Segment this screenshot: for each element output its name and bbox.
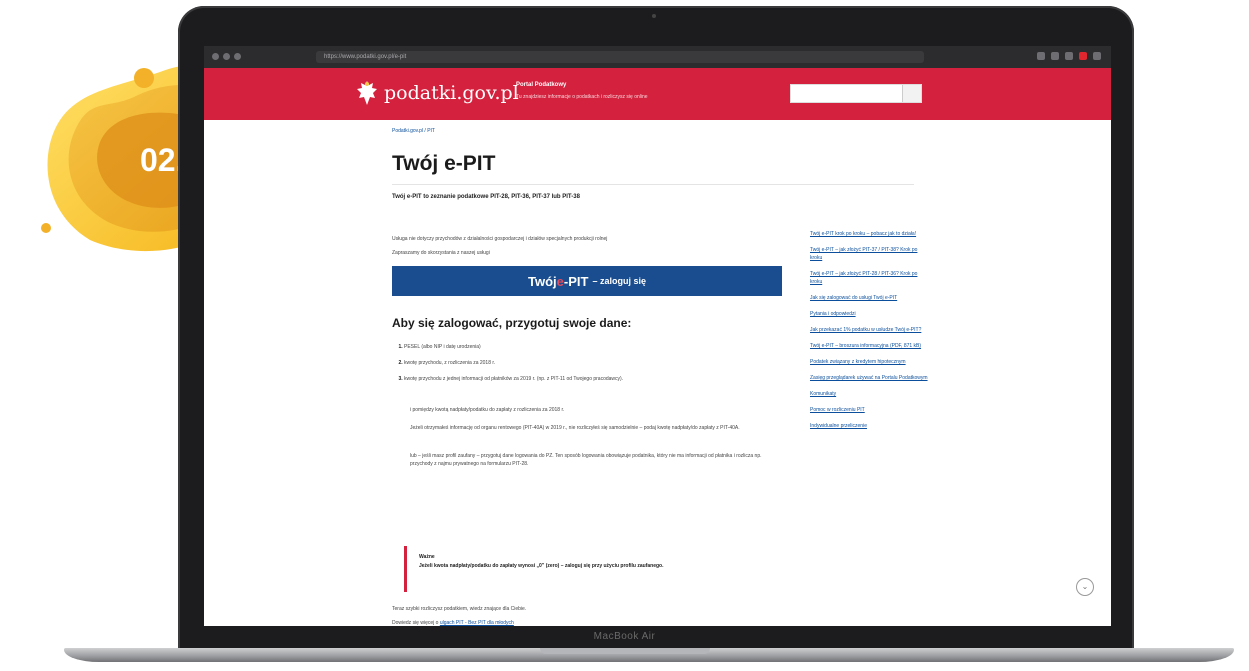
laptop-screen: https://www.podatki.gov.pl/e-pit podatki… xyxy=(204,46,1111,626)
address-bar[interactable]: https://www.podatki.gov.pl/e-pit xyxy=(316,51,924,63)
webcam xyxy=(652,14,656,18)
closing-text: Teraz szybki rozliczysz podatkiem, wiedz… xyxy=(392,606,527,612)
list-item: kwotę przychodu z jednej informacji od p… xyxy=(404,376,784,382)
extension-icon[interactable] xyxy=(1037,52,1045,60)
search-input[interactable] xyxy=(790,84,922,103)
side-nav-link[interactable]: Jak się zalogować do usługi Twój e-PIT xyxy=(810,294,928,302)
extension-icon[interactable] xyxy=(1051,52,1059,60)
site-logo[interactable]: podatki.gov.pl xyxy=(384,82,519,104)
laptop-notch xyxy=(540,648,710,654)
list-item: kwotę przychodu, z rozliczenia za 2018 r… xyxy=(404,360,784,366)
side-nav-link[interactable]: Jak przekazać 1% podatku w usłudze Twój … xyxy=(810,326,928,334)
login-label-twoj: Twój xyxy=(528,273,557,289)
closing-prefix: Dowiedz się więcej o xyxy=(392,620,440,626)
important-note: Ważne Jeżeli kwota nadpłaty/podatku do z… xyxy=(404,546,764,592)
laptop-model-label: MacBook Air xyxy=(593,631,656,642)
note-heading: Ważne xyxy=(419,554,435,560)
login-label-action: – zaloguj się xyxy=(592,276,646,286)
side-nav-link[interactable]: Twój e-PIT – jak złożyć PIT-37 / PIT-38?… xyxy=(810,246,928,262)
side-nav-link[interactable]: Twój e-PIT krok po kroku – pobacz jak to… xyxy=(810,230,928,238)
extension-icon[interactable] xyxy=(1079,52,1087,60)
paragraph: lub – jeśli masz profil zaufany – przygo… xyxy=(410,453,762,467)
pit-relief-link[interactable]: ulgach PIT - Bez PIT dla młodych xyxy=(440,620,514,626)
portal-tagline: Tu znajdziesz informacje o podatkach i r… xyxy=(516,94,648,100)
browser-toolbar: https://www.podatki.gov.pl/e-pit xyxy=(204,46,1111,68)
minimize-window-icon[interactable] xyxy=(223,53,230,60)
browser-extension-icons xyxy=(1037,52,1101,60)
page-title: Twój e-PIT xyxy=(392,152,496,175)
intro-text: Usługa nie dotyczy przychodów z działaln… xyxy=(392,236,608,242)
intro-text-2: Zapraszamy do skorzystania z naszej usłu… xyxy=(392,250,490,256)
side-nav-link[interactable]: Twój e-PIT – broszura informacyjna (PDF,… xyxy=(810,342,928,350)
side-nav: Twój e-PIT krok po kroku – pobacz jak to… xyxy=(810,230,928,438)
portal-name: Portal Podatkowy xyxy=(516,82,567,88)
login-label-pit: -PIT xyxy=(563,273,589,289)
note-text: Jeżeli kwota nadpłaty/podatku do zapłaty… xyxy=(419,563,664,569)
lead-text: Twój e-PIT to zeznanie podatkowe PIT-28,… xyxy=(392,194,580,200)
paragraph: Jeżeli otrzymałeś informację od organu r… xyxy=(410,425,740,431)
scroll-down-icon[interactable]: ⌄ xyxy=(1076,578,1094,596)
divider xyxy=(392,184,914,185)
extension-icon[interactable] xyxy=(1065,52,1073,60)
section-heading: Aby się zalogować, przygotuj swoje dane: xyxy=(392,316,632,330)
side-nav-link[interactable]: Pomoc w rozliczeniu PIT xyxy=(810,406,928,414)
paragraph: i pomiędzy kwotą nadpłaty/podatku do zap… xyxy=(410,407,565,413)
window-controls xyxy=(212,53,241,60)
side-nav-link[interactable]: Komunikaty xyxy=(810,390,928,398)
eagle-emblem-icon xyxy=(357,81,377,105)
side-nav-link[interactable]: Zasięg przeglądarek używać na Portalu Po… xyxy=(810,374,928,382)
side-nav-link[interactable]: Podatek związany z kredytem hipotecznym xyxy=(810,358,928,366)
close-window-icon[interactable] xyxy=(212,53,219,60)
maximize-window-icon[interactable] xyxy=(234,53,241,60)
side-nav-link[interactable]: Pytania i odpowiedzi xyxy=(810,310,928,318)
closing-text-2: Dowiedz się więcej o ulgach PIT - Bez PI… xyxy=(392,620,514,626)
steps-list: PESEL (albo NIP i datę urodzenia) kwotę … xyxy=(392,344,784,392)
site-header: podatki.gov.pl Portal Podatkowy Tu znajd… xyxy=(204,68,1111,120)
search-button[interactable] xyxy=(902,85,921,102)
login-label-e: e xyxy=(556,273,564,289)
breadcrumb[interactable]: Podatki.gov.pl / PIT xyxy=(392,128,435,134)
side-nav-link[interactable]: Indywidualne przeliczenie xyxy=(810,422,928,430)
side-nav-link[interactable]: Twój e-PIT – jak złożyć PIT-28 / PIT-36?… xyxy=(810,270,928,286)
menu-icon[interactable] xyxy=(1093,52,1101,60)
list-item: PESEL (albo NIP i datę urodzenia) xyxy=(404,344,784,350)
login-button[interactable]: Twój e -PIT – zaloguj się xyxy=(392,266,782,296)
